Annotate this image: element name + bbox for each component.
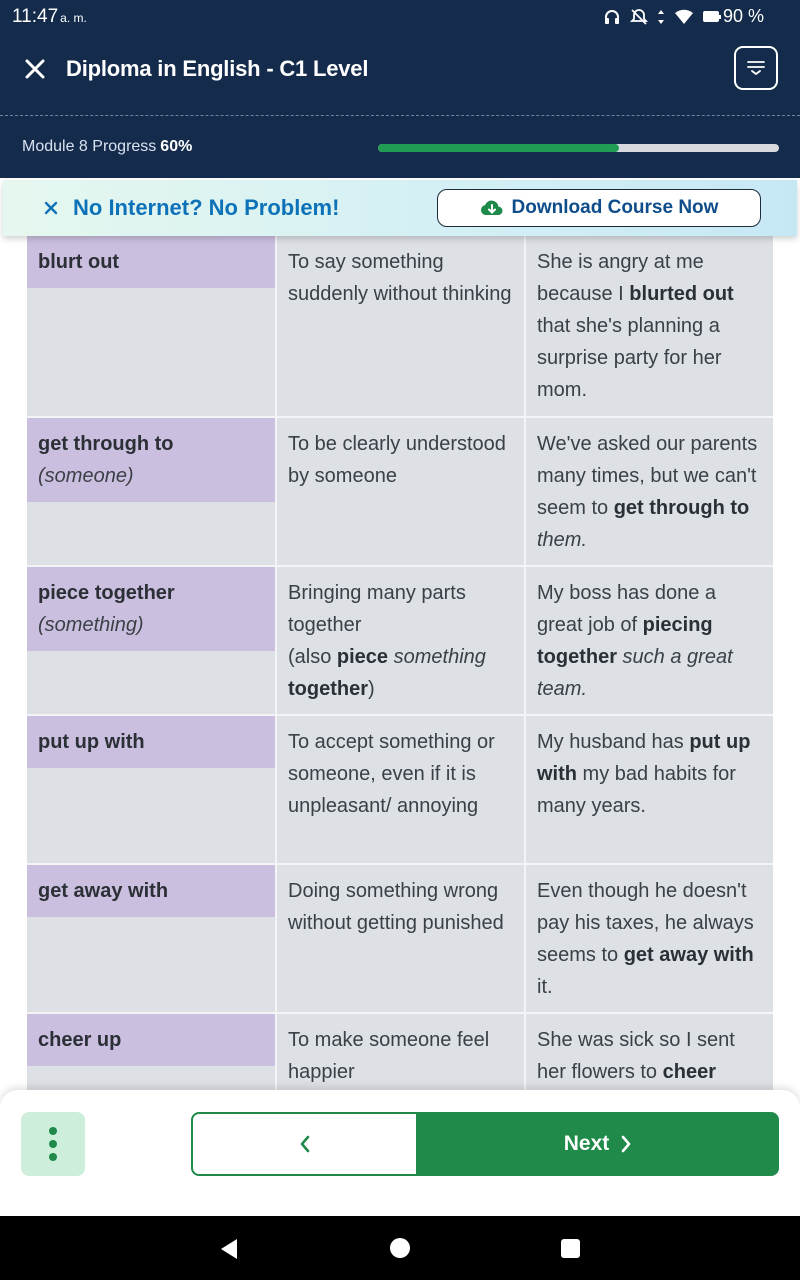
home-icon[interactable] (390, 1238, 410, 1258)
definition-cell: Doing something wrong without getting pu… (275, 865, 524, 1012)
battery-percent: 90 % (722, 6, 764, 26)
example-cell: She is angry at me because I blurted out… (524, 236, 773, 416)
chevron-right-icon (621, 1135, 631, 1153)
status-time-ampm: a. m. (60, 11, 87, 25)
term-text: cheer up (38, 1029, 122, 1051)
term-text: get through to (38, 433, 174, 455)
next-label: Next (563, 1132, 610, 1155)
content-scroll-area[interactable]: blurt out To say something suddenly with… (0, 236, 800, 1090)
menu-icon (747, 61, 765, 76)
term-cell: cheer up (27, 1014, 275, 1090)
course-title: Diploma in English - C1 Level (66, 56, 369, 81)
table-row: put up with To accept something or someo… (27, 716, 773, 865)
cloud-download-icon (480, 200, 503, 216)
cell-text: Bringing many parts together (288, 582, 466, 636)
cell-text: (also (288, 646, 337, 668)
cell-text: them. (537, 529, 588, 551)
status-time-value: 11:47 (12, 6, 59, 27)
cell-text: that she's planning a surprise party for… (537, 315, 722, 401)
example-cell: Even though he doesn't pay his taxes, he… (524, 865, 773, 1012)
highlighted-phrase: cheer (662, 1061, 716, 1083)
example-cell: My husband has put up with my bad habits… (524, 716, 773, 863)
offline-banner: No Internet? No Problem! Download Course… (3, 180, 797, 236)
highlighted-phrase: together (288, 678, 368, 700)
cell-text: To make someone feel happier (288, 1029, 490, 1083)
example-cell: We've asked our parents many times, but … (524, 418, 773, 565)
term-cell: get through to (someone) (27, 418, 275, 565)
wifi-icon (674, 9, 693, 24)
module-progress-fill (378, 144, 619, 152)
download-course-label: Download Course Now (511, 197, 719, 218)
table-row: piece together (something) Bringing many… (27, 567, 773, 716)
term-cell: get away with (27, 865, 275, 1012)
cell-text: something (388, 646, 486, 668)
offline-banner-message: No Internet? No Problem! (73, 195, 340, 220)
back-icon[interactable] (219, 1238, 239, 1260)
module-progress-text: Module 8 Progress (22, 138, 157, 155)
example-cell: My boss has done a great job of piecing … (524, 567, 773, 714)
notifications-off-icon (629, 8, 648, 25)
headset-icon (604, 9, 619, 24)
app-bar: Diploma in English - C1 Level (0, 40, 800, 100)
module-progress-bar (378, 144, 779, 152)
phrasal-verbs-table: blurt out To say something suddenly with… (27, 236, 773, 1090)
definition-cell: To be clearly understood by someone (275, 418, 524, 565)
example-cell: She was sick so I sent her flowers to ch… (524, 1014, 773, 1090)
next-button[interactable]: Next (418, 1112, 779, 1176)
term-text: blurt out (38, 251, 120, 273)
definition-cell: To make someone feel happier (275, 1014, 524, 1090)
recent-apps-icon[interactable] (561, 1239, 580, 1258)
cell-text: ) (368, 678, 375, 700)
definition-cell: To accept something or someone, even if … (275, 716, 524, 863)
download-course-button[interactable]: Download Course Now (437, 189, 761, 227)
highlighted-phrase: blurted out (629, 283, 734, 305)
module-progress-percent: 60% (160, 138, 193, 155)
more-vertical-icon-dot (49, 1140, 57, 1148)
chevron-left-icon (300, 1135, 309, 1153)
battery-indicator: 90 % (702, 6, 764, 27)
course-menu-button[interactable] (734, 46, 778, 90)
system-navigation-bar (0, 1216, 800, 1280)
close-icon[interactable] (22, 56, 48, 82)
more-vertical-icon-dot (49, 1153, 57, 1161)
term-object: (something) (38, 614, 144, 636)
highlighted-phrase: get away with (623, 944, 754, 966)
header-divider (0, 115, 800, 116)
lesson-navigation-bar: Next (0, 1090, 800, 1216)
cell-text: My husband has (537, 731, 690, 753)
battery-icon (702, 11, 721, 22)
cell-text: To be clearly understood by someone (288, 433, 506, 487)
table-row: get through to (someone) To be clearly u… (27, 418, 773, 567)
term-text: get away with (38, 880, 169, 902)
table-row: blurt out To say something suddenly with… (27, 236, 773, 418)
cell-text: To say something suddenly without thinki… (288, 251, 512, 305)
top-header: 11:47 a. m. 90 % Diploma in English - C1 … (0, 0, 800, 178)
table-row: get away with Doing something wrong with… (27, 865, 773, 1014)
definition-cell: To say something suddenly without thinki… (275, 236, 524, 416)
term-object: (someone) (38, 465, 134, 487)
term-cell: blurt out (27, 236, 275, 416)
table-row: cheer up To make someone feel happier Sh… (27, 1014, 773, 1090)
cell-text: To accept something or someone, even if … (288, 731, 495, 817)
more-options-button[interactable] (21, 1112, 85, 1176)
previous-button[interactable] (191, 1112, 418, 1176)
term-text: piece together (38, 582, 175, 604)
term-text: put up with (38, 731, 145, 753)
term-cell: put up with (27, 716, 275, 863)
term-cell: piece together (something) (27, 567, 275, 714)
definition-cell: Bringing many parts together (also piece … (275, 567, 524, 714)
highlighted-phrase: piece (336, 646, 389, 668)
status-bar: 11:47 a. m. 90 % (0, 0, 800, 34)
cell-text: it. (537, 976, 553, 998)
close-icon[interactable] (41, 198, 61, 218)
more-vertical-icon-dot (49, 1127, 57, 1135)
cell-text: Doing something wrong without getting pu… (288, 880, 504, 934)
highlighted-phrase: get through to (613, 497, 750, 519)
status-time: 11:47 a. m. (12, 6, 87, 28)
status-icons: 90 % (603, 6, 764, 27)
module-progress-label: Module 8 Progress 60% (22, 138, 192, 156)
data-arrows-icon (657, 9, 664, 24)
